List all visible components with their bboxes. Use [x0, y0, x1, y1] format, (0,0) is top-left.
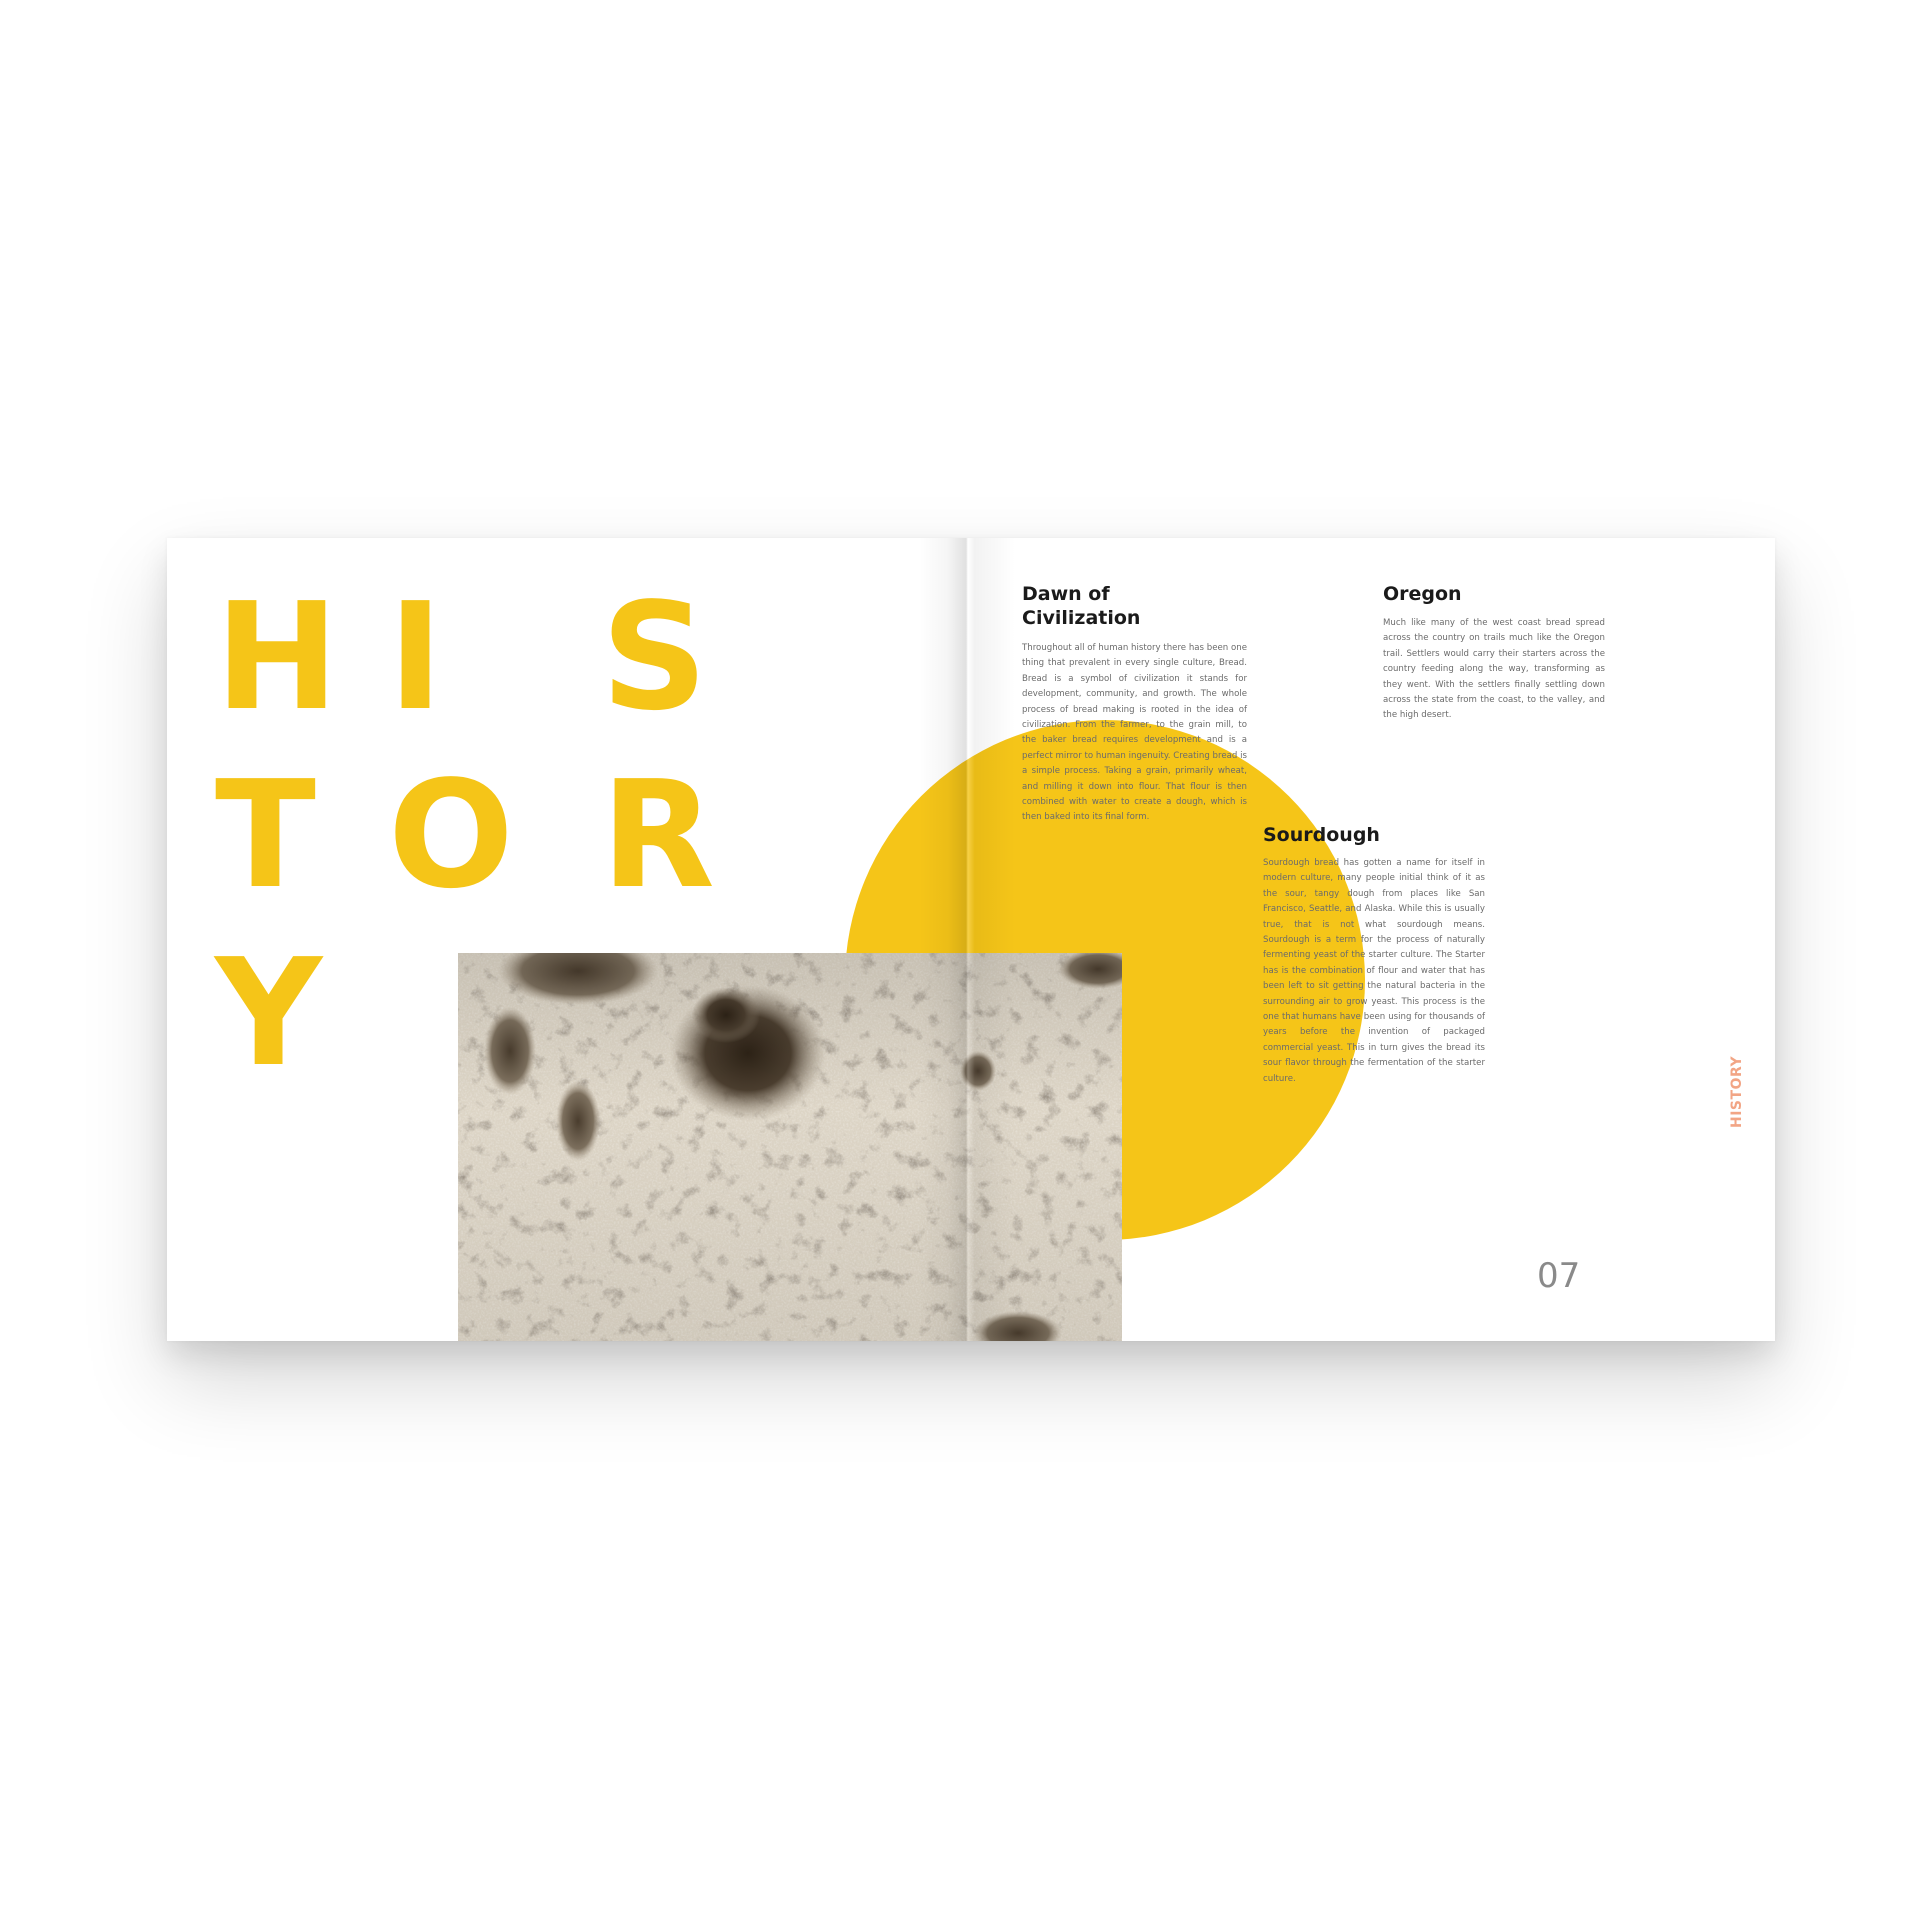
- section-body-oregon: Much like many of the west coast bread s…: [1383, 618, 1605, 721]
- section-heading-sourdough: Sourdough: [1263, 824, 1380, 846]
- title-letter-y: Y: [215, 927, 323, 1099]
- title-letter-r: R: [601, 749, 715, 921]
- bread-texture-photo: [458, 953, 1122, 1341]
- title-letter-o: O: [388, 749, 514, 921]
- title-letter-s: S: [601, 571, 708, 743]
- page-number: 07: [1537, 1256, 1581, 1296]
- magazine-spread: H I S T O R Y Dawn of Civilization Throu…: [167, 538, 1775, 1341]
- title-letter-i: I: [388, 571, 444, 743]
- section-body-dawn-of-civilization: Throughout all of human history there ha…: [1022, 643, 1247, 823]
- title-letter-t: T: [215, 749, 316, 921]
- section-heading-dawn-of-civilization: Dawn of Civilization: [1022, 583, 1141, 629]
- section-body-sourdough: Sourdough bread has gotten a name for it…: [1263, 858, 1485, 1084]
- title-letter-h: H: [215, 571, 339, 743]
- section-heading-oregon: Oregon: [1383, 583, 1462, 605]
- running-head-history: HISTORY: [1729, 1055, 1745, 1128]
